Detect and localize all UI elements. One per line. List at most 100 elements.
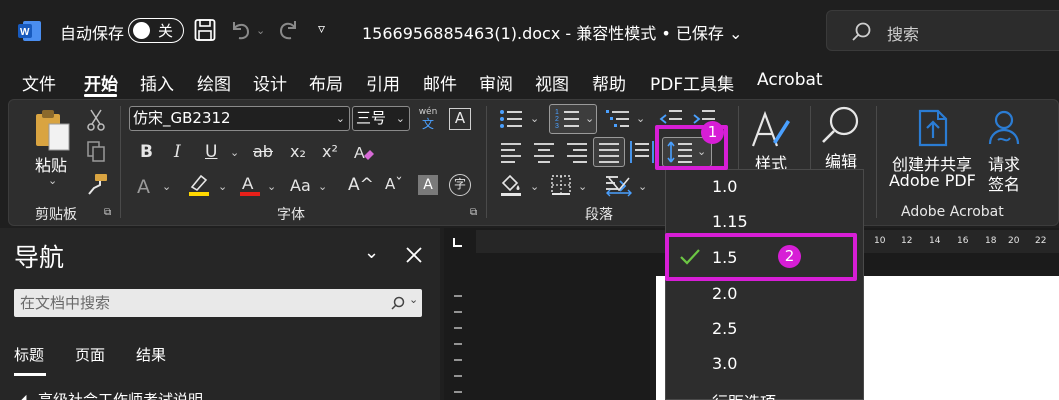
- line-spacing-option-2-0[interactable]: 2.0: [712, 284, 737, 303]
- chevron-down-icon: ⌄: [335, 112, 345, 125]
- save-icon[interactable]: [194, 18, 216, 42]
- chevron-down-icon[interactable]: ⌄: [409, 293, 418, 306]
- shading-icon[interactable]: [499, 173, 523, 197]
- multilevel-dropdown-arrow[interactable]: ⌄: [636, 112, 645, 125]
- clipboard-launcher-icon[interactable]: ⧉: [104, 207, 111, 218]
- justify-button[interactable]: [593, 137, 625, 167]
- line-spacing-options-item[interactable]: 行距选项...: [712, 389, 791, 400]
- bullets-dropdown-arrow[interactable]: ⌄: [530, 112, 539, 125]
- paragraph-group-label: 段落: [585, 207, 613, 223]
- underline-dropdown-arrow[interactable]: ⌄: [230, 146, 239, 159]
- borders-icon[interactable]: [550, 174, 572, 196]
- font-color-icon[interactable]: A: [238, 173, 262, 197]
- menu-references[interactable]: 引用: [366, 70, 400, 95]
- collapse-triangle-icon[interactable]: ◢: [18, 392, 26, 400]
- autosave-toggle[interactable]: 关: [128, 18, 184, 43]
- menu-pdf-tools[interactable]: PDF工具集: [650, 70, 734, 95]
- format-painter-icon[interactable]: [85, 172, 109, 196]
- tab-selector-icon[interactable]: [453, 238, 462, 247]
- enclose-characters-button[interactable]: 字: [449, 174, 471, 196]
- styles-icon[interactable]: [749, 108, 793, 150]
- phonetic-char: 文: [421, 117, 434, 131]
- numbering-button[interactable]: 123 ⌄: [549, 104, 597, 134]
- customize-toolbar-icon[interactable]: ▿: [318, 21, 325, 37]
- multilevel-list-icon[interactable]: [605, 108, 631, 130]
- text-effects-dropdown-arrow[interactable]: ⌄: [162, 180, 171, 193]
- line-spacing-menu: [665, 169, 864, 400]
- menu-mailings[interactable]: 邮件: [423, 70, 457, 95]
- search-box[interactable]: 搜索: [826, 10, 1059, 51]
- menu-home[interactable]: 开始: [84, 70, 118, 95]
- font-name-combo[interactable]: 仿宋_GB2312 ⌄: [129, 106, 350, 131]
- create-pdf-label-line2[interactable]: Adobe PDF: [889, 171, 976, 190]
- font-color-dropdown-arrow[interactable]: ⌄: [267, 180, 276, 193]
- scaling-dropdown-arrow[interactable]: ⌄: [638, 180, 647, 193]
- align-center-icon[interactable]: [532, 141, 556, 163]
- bullets-icon[interactable]: [498, 108, 524, 130]
- line-spacing-option-1-15[interactable]: 1.15: [712, 212, 748, 231]
- grow-font-button[interactable]: A^: [348, 175, 374, 195]
- align-right-icon[interactable]: [565, 141, 589, 163]
- undo-dropdown-arrow[interactable]: ⌄: [256, 24, 265, 37]
- change-case-button[interactable]: Aa: [290, 176, 311, 195]
- redo-icon[interactable]: [277, 18, 301, 42]
- search-placeholder: 搜索: [887, 25, 920, 44]
- paste-dropdown-arrow[interactable]: ⌄: [48, 174, 57, 187]
- line-spacing-option-1-0[interactable]: 1.0: [712, 177, 737, 196]
- clear-formatting-icon[interactable]: A: [352, 142, 376, 164]
- line-spacing-option-2-5[interactable]: 2.5: [712, 319, 737, 338]
- italic-button[interactable]: I: [174, 142, 181, 162]
- character-border-button[interactable]: A: [449, 108, 471, 130]
- menu-acrobat[interactable]: Acrobat: [757, 70, 823, 90]
- request-signature-icon[interactable]: [984, 108, 1024, 148]
- align-left-icon[interactable]: [499, 141, 523, 163]
- highlight-dropdown-arrow[interactable]: ⌄: [218, 180, 227, 193]
- nav-search-input[interactable]: 在文档中搜索 ⌄: [14, 289, 422, 317]
- change-case-dropdown-arrow[interactable]: ⌄: [318, 180, 327, 193]
- subscript-button[interactable]: x₂: [290, 142, 306, 161]
- close-icon[interactable]: [405, 246, 423, 264]
- text-effects-button[interactable]: A: [137, 176, 150, 198]
- borders-dropdown-arrow[interactable]: ⌄: [578, 180, 587, 193]
- shrink-font-button[interactable]: Aˇ: [385, 175, 403, 193]
- find-icon[interactable]: [820, 104, 862, 146]
- copy-icon[interactable]: [85, 140, 107, 164]
- strikethrough-button[interactable]: ab: [253, 142, 273, 161]
- chevron-down-icon[interactable]: ⌄: [364, 242, 379, 263]
- superscript-button[interactable]: x²: [322, 142, 338, 161]
- nav-tab-pages[interactable]: 页面: [75, 344, 105, 365]
- highlight-icon[interactable]: [187, 173, 211, 197]
- menu-layout[interactable]: 布局: [309, 70, 343, 95]
- character-shading-button[interactable]: A: [418, 175, 438, 195]
- search-icon[interactable]: [390, 295, 406, 311]
- paste-icon[interactable]: [33, 108, 73, 152]
- menu-draw[interactable]: 绘图: [197, 70, 231, 95]
- menu-help[interactable]: 帮助: [592, 70, 626, 95]
- nav-tab-headings[interactable]: 标题: [14, 344, 44, 365]
- paste-label[interactable]: 粘贴: [35, 152, 67, 176]
- nav-tab-results[interactable]: 结果: [136, 344, 166, 365]
- line-spacing-option-3-0[interactable]: 3.0: [712, 354, 737, 373]
- character-scaling-icon[interactable]: [606, 173, 632, 197]
- distributed-icon[interactable]: [630, 141, 654, 163]
- request-sign-label-line2[interactable]: 签名: [988, 171, 1020, 195]
- nav-heading-item[interactable]: 高级社会工作师考试说明: [38, 389, 203, 400]
- svg-text:A: A: [242, 174, 254, 193]
- cut-icon[interactable]: [85, 108, 107, 132]
- undo-icon[interactable]: [230, 18, 252, 42]
- underline-button[interactable]: U: [205, 142, 217, 162]
- menu-view[interactable]: 视图: [535, 70, 569, 95]
- create-pdf-icon[interactable]: [914, 108, 952, 148]
- autosave-state: 关: [158, 22, 174, 40]
- phonetic-guide-button[interactable]: wén 文: [416, 107, 440, 133]
- shading-dropdown-arrow[interactable]: ⌄: [530, 180, 539, 193]
- nav-title: 导航: [14, 243, 65, 272]
- menu-insert[interactable]: 插入: [140, 70, 174, 95]
- document-title[interactable]: 1566956885463(1).docx - 兼容性模式 • 已保存 ⌄: [362, 20, 742, 44]
- bold-button[interactable]: B: [140, 142, 153, 162]
- menu-design[interactable]: 设计: [253, 70, 287, 95]
- menu-file[interactable]: 文件: [22, 70, 56, 95]
- font-launcher-icon[interactable]: ⧉: [470, 207, 477, 218]
- menu-review[interactable]: 审阅: [479, 70, 513, 95]
- font-size-combo[interactable]: 三号 ⌄: [352, 106, 410, 131]
